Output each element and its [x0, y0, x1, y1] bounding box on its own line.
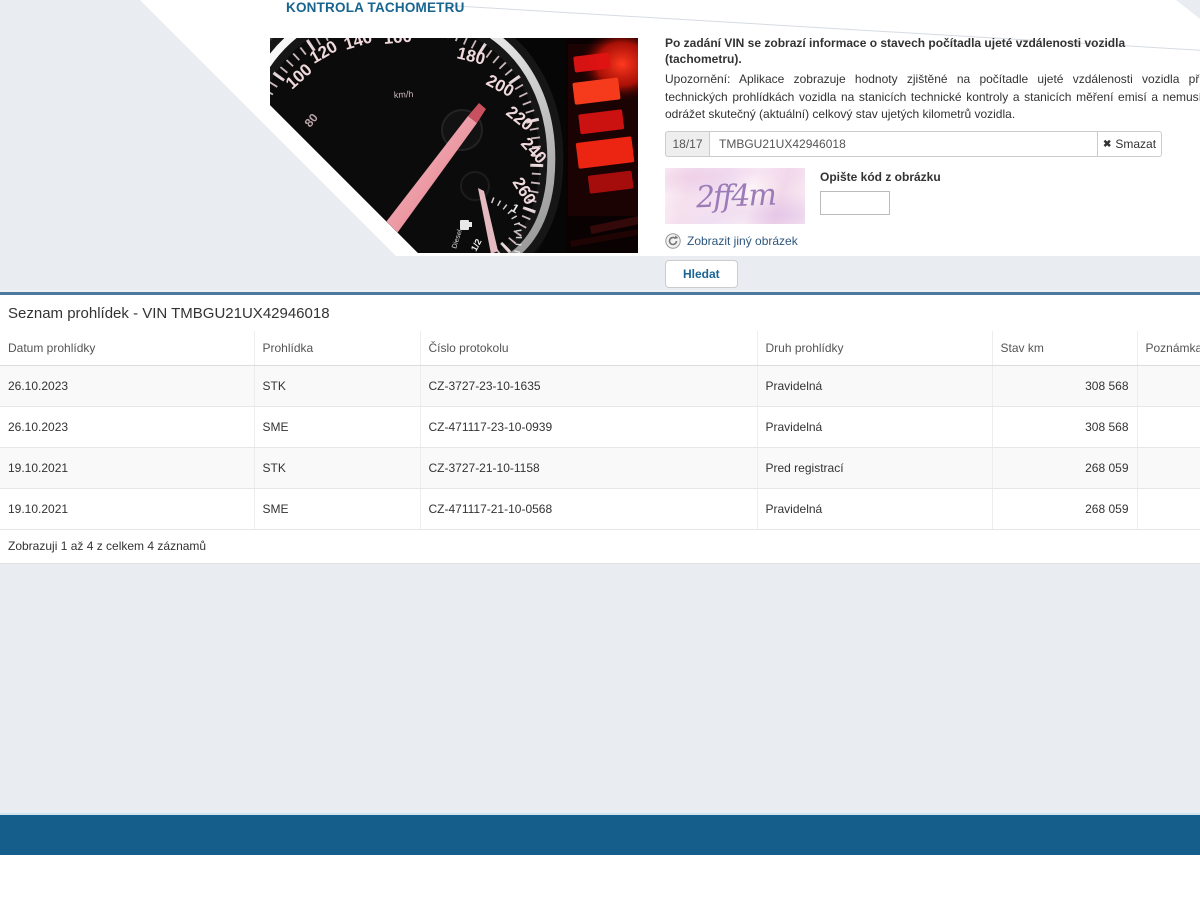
- cell-protokol: CZ-3727-21-10-1158: [420, 447, 758, 489]
- captcha-label: Opište kód z obrázku: [820, 170, 941, 185]
- cell-prohlidka: STK: [254, 365, 421, 407]
- cell-prohlidka: STK: [254, 447, 421, 489]
- results-heading: Seznam prohlídek - VIN TMBGU21UX42946018: [8, 305, 330, 322]
- column-header-datum: Datum prohlídky: [0, 331, 255, 366]
- table-header-row: Datum prohlídky Prohlídka Číslo protokol…: [0, 331, 1200, 366]
- cell-stav-km: 308 568: [992, 406, 1138, 448]
- vin-input[interactable]: [709, 131, 1098, 158]
- table-row: 19.10.2021 SME CZ-471117-21-10-0568 Prav…: [0, 488, 1200, 530]
- gauge-unit: km/h: [394, 89, 414, 100]
- column-header-stav: Stav km: [992, 331, 1138, 366]
- captcha-code-text: 2ff4m: [694, 177, 775, 216]
- cell-stav-km: 308 568: [992, 365, 1138, 407]
- results-summary: Zobrazuji 1 až 4 z celkem 4 záznamů: [8, 539, 207, 553]
- cell-protokol: CZ-471117-21-10-0568: [420, 488, 758, 530]
- cell-poznamka: [1137, 406, 1200, 448]
- refresh-captcha-link[interactable]: Zobrazit jiný obrázek: [665, 233, 798, 250]
- cell-prohlidka: SME: [254, 488, 421, 530]
- cell-datum: 19.10.2021: [0, 447, 255, 489]
- clear-button-label: Smazat: [1115, 137, 1157, 152]
- speedometer-graphic: 100 120 140 160 180 200 220 240 260 80 6…: [270, 38, 638, 253]
- table-row: 26.10.2023 STK CZ-3727-23-10-1635 Pravid…: [0, 365, 1200, 407]
- search-form: Po zadání VIN se zobrazí informace o sta…: [665, 36, 1200, 289]
- cell-protokol: CZ-3727-23-10-1635: [420, 365, 758, 407]
- cell-datum: 19.10.2021: [0, 488, 255, 530]
- cell-protokol: CZ-471117-23-10-0939: [420, 406, 758, 448]
- captcha-input[interactable]: [820, 191, 890, 216]
- cell-druh: Pravidelná: [757, 406, 993, 448]
- cell-datum: 26.10.2023: [0, 365, 255, 407]
- column-header-protokol: Číslo protokolu: [420, 331, 758, 366]
- cell-prohlidka: SME: [254, 406, 421, 448]
- intro-bold-text: Po zadání VIN se zobrazí informace o sta…: [665, 36, 1126, 66]
- captcha-section: 2ff4m Opište kód z obrázku: [665, 168, 1200, 225]
- inspections-table: Datum prohlídky Prohlídka Číslo protokol…: [0, 331, 1200, 530]
- footer-band: [0, 813, 1200, 855]
- cell-druh: Pred registrací: [757, 447, 993, 489]
- cell-druh: Pravidelná: [757, 488, 993, 530]
- search-button[interactable]: Hledat: [665, 260, 738, 289]
- cell-stav-km: 268 059: [992, 488, 1138, 530]
- cell-poznamka: [1137, 365, 1200, 407]
- table-row: 19.10.2021 STK CZ-3727-21-10-1158 Pred r…: [0, 447, 1200, 489]
- clear-button[interactable]: ✖ Smazat: [1098, 131, 1162, 158]
- refresh-link-label: Zobrazit jiný obrázek: [687, 234, 798, 249]
- cell-druh: Pravidelná: [757, 365, 993, 407]
- gray-spacer: [0, 563, 1200, 813]
- column-header-druh: Druh prohlídky: [757, 331, 993, 366]
- speedometer-image: 100 120 140 160 180 200 220 240 260 80 6…: [270, 38, 638, 253]
- captcha-image: 2ff4m: [665, 168, 805, 225]
- page-title: KONTROLA TACHOMETRU: [286, 0, 465, 15]
- clear-x-icon: ✖: [1102, 138, 1112, 150]
- table-row: 26.10.2023 SME CZ-471117-23-10-0939 Prav…: [0, 406, 1200, 448]
- vin-counter: 18/17: [665, 131, 709, 158]
- refresh-icon: [665, 233, 681, 250]
- cell-datum: 26.10.2023: [0, 406, 255, 448]
- column-header-prohlidka: Prohlídka: [254, 331, 421, 366]
- intro-text: Upozornění: Aplikace zobrazuje hodnoty z…: [665, 72, 1200, 121]
- vin-input-group: 18/17 ✖Smazat: [665, 131, 1162, 158]
- cell-poznamka: [1137, 488, 1200, 530]
- cell-stav-km: 268 059: [992, 447, 1138, 489]
- cell-poznamka: [1137, 447, 1200, 489]
- page-header: KONTROLA TACHOMETRU 100 120 140 180 200 …: [0, 0, 1200, 290]
- results-panel: Seznam prohlídek - VIN TMBGU21UX42946018…: [0, 295, 1200, 563]
- column-header-poznamka: Poznámka: [1137, 331, 1200, 366]
